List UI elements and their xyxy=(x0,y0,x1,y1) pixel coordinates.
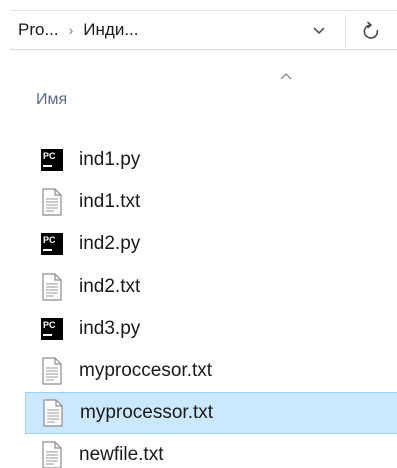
file-row[interactable]: myproccesor.txt xyxy=(25,350,397,392)
breadcrumb-item-parent[interactable]: Pro... xyxy=(18,20,59,40)
refresh-button[interactable] xyxy=(358,18,384,44)
file-row[interactable]: PC ind2.py xyxy=(25,223,397,265)
breadcrumb-separator: › xyxy=(68,22,74,38)
file-name: ind3.py xyxy=(79,317,141,339)
pycharm-badge-text: PC xyxy=(43,320,56,330)
file-name: ind1.py xyxy=(79,149,141,171)
breadcrumb-item-current[interactable]: Инди... xyxy=(83,20,138,40)
file-name: ind2.py xyxy=(79,233,141,255)
text-file-icon xyxy=(39,188,65,216)
sort-ascending-icon xyxy=(278,68,294,80)
file-name: myproccesor.txt xyxy=(79,360,213,382)
file-row[interactable]: newfile.txt xyxy=(25,434,397,468)
column-header-name[interactable]: Имя xyxy=(36,91,67,109)
address-bar[interactable]: Pro... › Инди... xyxy=(10,10,397,50)
text-file-icon xyxy=(39,441,65,468)
file-row[interactable]: ind2.txt xyxy=(25,266,397,308)
file-name: ind2.txt xyxy=(79,275,141,297)
file-name: myprocessor.txt xyxy=(80,402,214,424)
pycharm-badge-text: PC xyxy=(43,151,56,161)
refresh-icon xyxy=(363,21,379,39)
pycharm-file-icon: PC xyxy=(39,230,65,258)
file-explorer-window: Pro... › Инди... Имя PC ind1.py ind1.txt… xyxy=(0,0,397,468)
file-row[interactable]: PC ind1.py xyxy=(25,139,397,181)
pycharm-file-icon: PC xyxy=(39,146,65,174)
file-row[interactable]: ind1.txt xyxy=(25,181,397,223)
text-file-icon xyxy=(39,273,65,301)
file-name: newfile.txt xyxy=(79,444,164,466)
toolbar-divider xyxy=(345,15,346,47)
text-file-icon xyxy=(39,357,65,385)
file-list: PC ind1.py ind1.txt PC ind2.py ind2.txt … xyxy=(25,139,397,468)
chevron-down-icon xyxy=(313,27,325,35)
pycharm-file-icon: PC xyxy=(39,315,65,343)
file-row-selected[interactable]: myprocessor.txt xyxy=(25,392,397,435)
recent-locations-button[interactable] xyxy=(306,19,332,43)
pycharm-badge-text: PC xyxy=(43,235,56,245)
text-file-icon xyxy=(40,399,66,427)
file-row[interactable]: PC ind3.py xyxy=(25,308,397,350)
file-name: ind1.txt xyxy=(79,191,141,213)
